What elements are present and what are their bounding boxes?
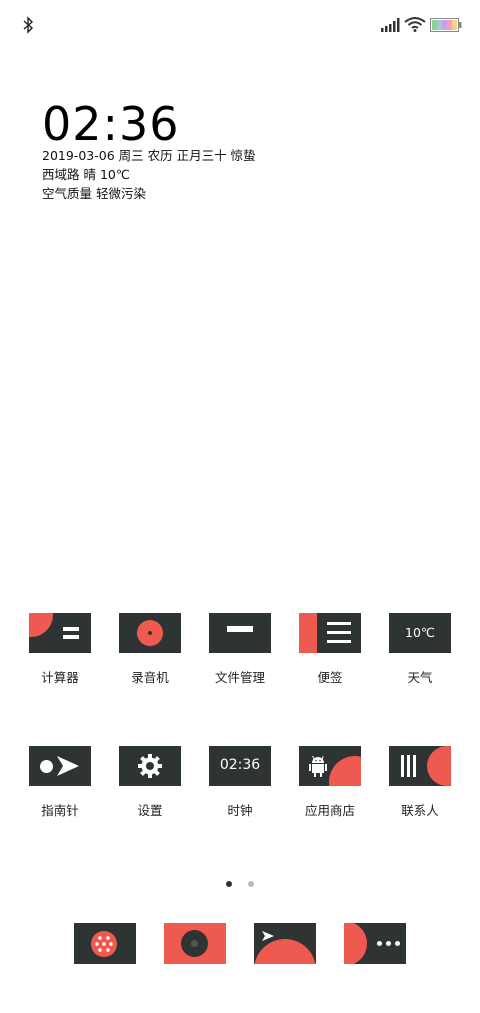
contacts-icon	[389, 746, 451, 786]
dock-music[interactable]	[164, 923, 226, 964]
signal-icon	[381, 18, 400, 32]
bluetooth-icon	[23, 16, 34, 34]
app-label: 录音机	[131, 670, 169, 685]
app-settings[interactable]: 设置	[105, 746, 195, 819]
battery-icon	[430, 18, 462, 32]
app-weather[interactable]: 10℃ 天气	[375, 613, 465, 686]
app-store-icon	[299, 746, 361, 786]
app-compass[interactable]: 指南针	[15, 746, 105, 819]
app-label: 应用商店	[304, 803, 355, 818]
app-recorder[interactable]: 录音机	[105, 613, 195, 686]
date-line: 2019-03-06 周三 农历 正月三十 惊蛰	[42, 148, 256, 163]
app-label: 便签	[317, 670, 343, 685]
status-bar	[0, 0, 480, 50]
compass-icon	[29, 746, 91, 786]
clock-icon-text: 02:36	[219, 757, 261, 773]
android-icon	[309, 755, 327, 777]
app-label: 计算器	[41, 670, 79, 685]
page-dot-active[interactable]	[226, 881, 233, 887]
clock-time[interactable]: 02:36	[42, 96, 180, 152]
weather-icon-text: 10℃	[405, 625, 435, 640]
app-contacts[interactable]: 联系人	[375, 746, 465, 819]
messages-icon	[344, 923, 367, 964]
app-clock[interactable]: 02:36 时钟	[195, 746, 285, 819]
app-label: 天气	[407, 670, 433, 685]
file-manager-icon	[209, 613, 271, 653]
app-label: 设置	[137, 803, 163, 818]
app-store[interactable]: 应用商店	[285, 746, 375, 819]
location-weather-line: 西域路 晴 10℃	[42, 167, 130, 182]
app-notes[interactable]: 便签	[285, 613, 375, 686]
dock-phone[interactable]	[74, 923, 136, 964]
app-label: 联系人	[401, 803, 439, 818]
clock-icon: 02:36	[209, 746, 271, 786]
dock-browser[interactable]	[254, 923, 316, 964]
notes-icon	[299, 613, 361, 653]
dock-messages[interactable]	[344, 923, 406, 964]
app-label: 指南针	[41, 803, 79, 818]
page-indicator[interactable]	[0, 872, 480, 891]
air-quality-line: 空气质量 轻微污染	[42, 186, 146, 201]
browser-icon	[254, 939, 316, 964]
weather-icon: 10℃	[389, 613, 451, 653]
app-file-manager[interactable]: 文件管理	[195, 613, 285, 686]
settings-gear-icon	[119, 746, 181, 786]
app-calculator[interactable]: 计算器	[15, 613, 105, 686]
calculator-icon	[29, 613, 91, 653]
app-label: 文件管理	[214, 670, 265, 685]
recorder-icon	[119, 613, 181, 653]
page-dot[interactable]	[247, 881, 254, 887]
wifi-icon	[404, 17, 426, 32]
app-label: 时钟	[227, 803, 253, 818]
